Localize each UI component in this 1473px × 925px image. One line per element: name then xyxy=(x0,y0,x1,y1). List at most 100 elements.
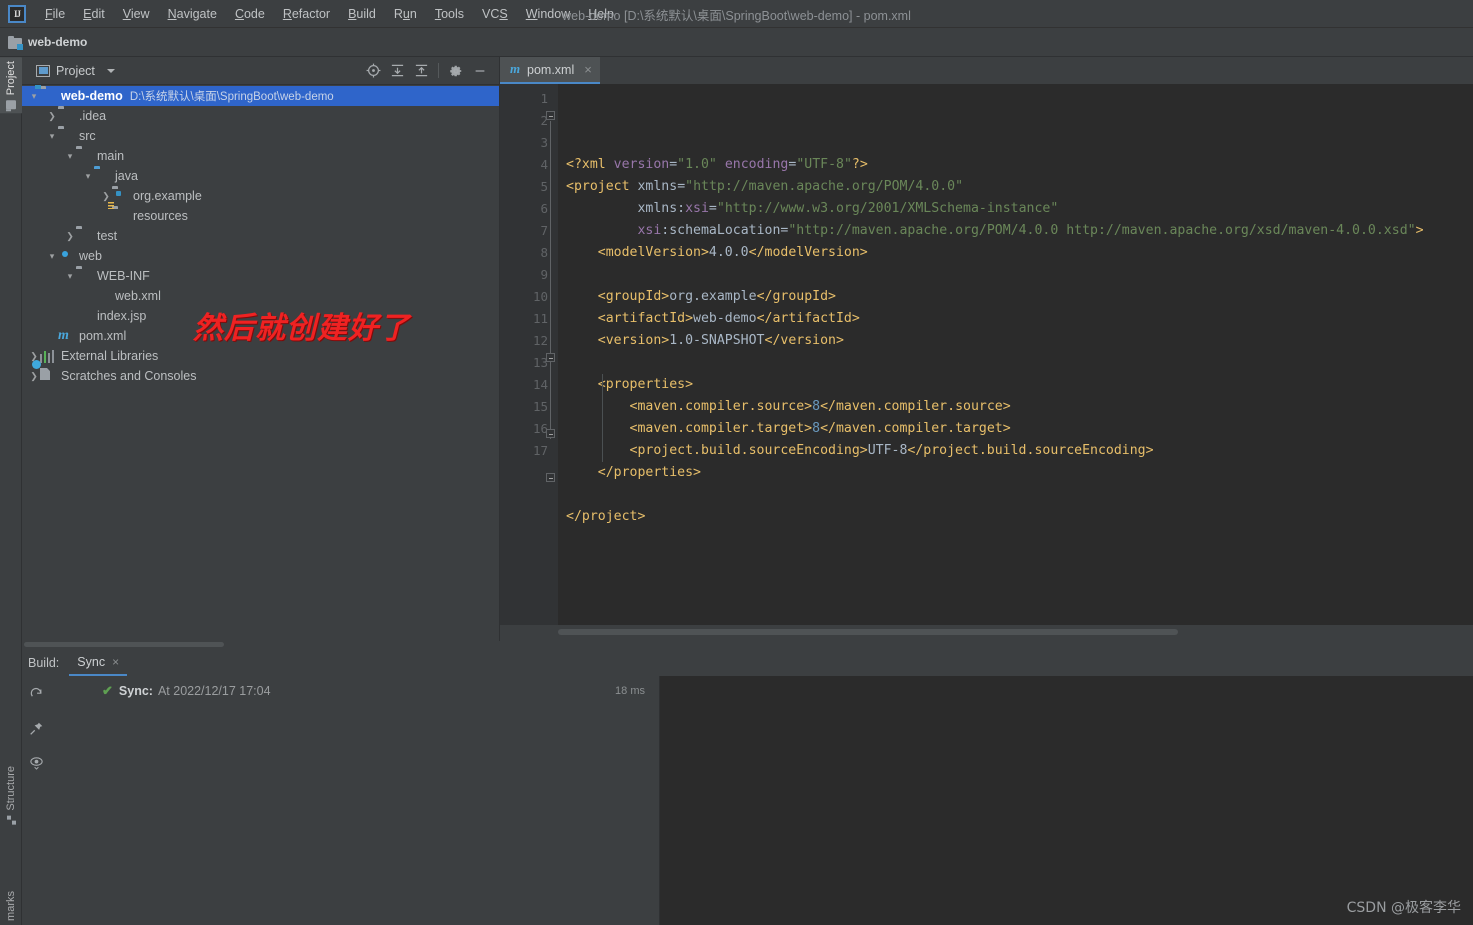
fold-column[interactable] xyxy=(544,88,558,648)
code-token: xmlns xyxy=(637,179,678,194)
tree-node-label: resources xyxy=(133,209,188,223)
hide-tool-window-icon[interactable] xyxy=(469,60,491,82)
tree-node-java[interactable]: ▾ java xyxy=(22,166,499,186)
pin-icon[interactable] xyxy=(26,718,46,738)
fold-marker-project[interactable] xyxy=(546,111,555,120)
tool-tab-bookmarks[interactable]: marks xyxy=(0,887,22,925)
menu-run[interactable]: Run xyxy=(385,3,426,25)
chevron-right-icon[interactable] xyxy=(100,206,112,226)
editor-hscrollbar[interactable] xyxy=(500,625,1473,648)
code-content[interactable]: <?xml version="1.0" encoding="UTF-8"?> <p… xyxy=(558,84,1473,648)
code-line-8: <artifactId>web-demo</artifactId> xyxy=(566,308,1473,330)
package-icon xyxy=(112,188,128,204)
chevron-down-icon[interactable]: ▾ xyxy=(46,126,58,146)
editor-hscrollbar-thumb[interactable] xyxy=(558,629,1178,635)
tree-node-web[interactable]: ▾ web xyxy=(22,246,499,266)
chevron-right-icon[interactable]: ❯ xyxy=(28,366,40,386)
tree-node-org-example[interactable]: ❯ org.example xyxy=(22,186,499,206)
close-icon[interactable]: × xyxy=(584,62,592,77)
code-line-4: xsi:schemaLocation="http://maven.apache.… xyxy=(566,220,1473,242)
chevron-right-icon[interactable] xyxy=(64,306,76,326)
toolbar-separator xyxy=(438,63,439,78)
tool-tab-structure[interactable]: Structure xyxy=(0,762,22,829)
code-token: <?xml xyxy=(566,157,614,172)
menu-navigate[interactable]: Navigate xyxy=(159,3,226,25)
chevron-right-icon[interactable] xyxy=(46,326,58,346)
menu-file[interactable]: File xyxy=(36,3,74,25)
tool-tab-project[interactable]: Project xyxy=(0,57,22,114)
eye-filter-icon[interactable] xyxy=(26,752,46,772)
code-token: 1.0-SNAPSHOT xyxy=(669,333,765,348)
chevron-down-icon[interactable]: ▾ xyxy=(46,246,58,266)
chevron-down-icon[interactable]: ▾ xyxy=(64,266,76,286)
project-tree[interactable]: ▾ web-demo D:\系统默认\桌面\SpringBoot\web-demo ❯… xyxy=(22,85,499,648)
build-side-toolbar xyxy=(22,676,50,925)
chevron-right-icon[interactable]: ❯ xyxy=(64,226,76,246)
tree-node-src[interactable]: ▾ src xyxy=(22,126,499,146)
success-check-icon: ✔ xyxy=(102,683,113,698)
code-token: xsi xyxy=(637,223,662,238)
fold-marker-properties[interactable] xyxy=(546,353,555,362)
code-line-5: <modelVersion>4.0.0</modelVersion> xyxy=(566,242,1473,264)
chevron-down-icon[interactable]: ▾ xyxy=(82,166,94,186)
csdn-watermark: CSDN @极客李华 xyxy=(1346,900,1461,916)
rerun-icon[interactable] xyxy=(26,684,46,704)
chevron-down-icon[interactable]: ▾ xyxy=(64,146,76,166)
build-detail-console[interactable]: CSDN @极客李华 xyxy=(660,676,1473,925)
build-event-row[interactable]: ✔ Sync: At 2022/12/17 17:04 18 ms xyxy=(50,681,659,701)
chevron-down-icon[interactable]: ▾ xyxy=(28,86,40,106)
menu-view[interactable]: View xyxy=(114,3,159,25)
editor-gutter[interactable]: 1 2 3 4 5 6 7 8 9 10 11 12 13 14 15 16 17 xyxy=(500,84,558,648)
menu-refactor[interactable]: Refactor xyxy=(274,3,339,25)
tree-node-web-demo[interactable]: ▾ web-demo D:\系统默认\桌面\SpringBoot\web-demo xyxy=(22,86,499,106)
project-tool-window: Project ▾ web-demo D:\系统默认\桌面\SpringBoot… xyxy=(22,57,500,648)
close-icon[interactable]: × xyxy=(112,655,119,669)
code-token: "1.0" xyxy=(677,157,717,172)
project-hscrollbar-thumb[interactable] xyxy=(24,642,224,647)
code-token: </properties> xyxy=(566,465,701,480)
tree-node-resources[interactable]: resources xyxy=(22,206,499,226)
fold-marker-properties-end[interactable] xyxy=(546,429,555,438)
idea-window: IJ File Edit View Navigate Code Refactor… xyxy=(0,0,1473,925)
tree-node-web-inf[interactable]: ▾ WEB-INF xyxy=(22,266,499,286)
menu-code[interactable]: Code xyxy=(226,3,274,25)
chevron-right-icon[interactable]: ❯ xyxy=(46,106,58,126)
libraries-icon xyxy=(40,348,56,364)
build-events-tree[interactable]: ✔ Sync: At 2022/12/17 17:04 18 ms xyxy=(50,676,660,925)
tree-node-label: pom.xml xyxy=(79,329,127,343)
menu-window[interactable]: Window xyxy=(517,3,579,25)
menu-help[interactable]: Help xyxy=(579,3,623,25)
code-token: <properties> xyxy=(566,377,694,392)
menu-tools[interactable]: Tools xyxy=(426,3,473,25)
code-token: 8 xyxy=(812,421,821,436)
tree-node-main[interactable]: ▾ main xyxy=(22,146,499,166)
code-editor[interactable]: 1 2 3 4 5 6 7 8 9 10 11 12 13 14 15 16 17 <?xml version=… xyxy=(500,84,1473,648)
expand-all-icon[interactable] xyxy=(386,60,408,82)
folder-icon xyxy=(76,148,92,164)
code-token: "http://www.w3.org/2001/XMLSchema-instan… xyxy=(716,201,1059,216)
code-token: "http://maven.apache.org/POM/4.0.0" xyxy=(685,179,964,194)
build-tab-sync[interactable]: Sync × xyxy=(69,655,128,676)
select-opened-file-icon[interactable] xyxy=(362,60,384,82)
tree-node-scratches-and-consoles[interactable]: ❯ Scratches and Consoles xyxy=(22,366,499,386)
chevron-down-icon[interactable] xyxy=(106,68,115,73)
collapse-all-icon[interactable] xyxy=(410,60,432,82)
breadcrumb-project[interactable]: web-demo xyxy=(28,35,87,49)
editor-tab-pom-xml[interactable]: m pom.xml × xyxy=(500,57,600,84)
maven-file-icon: m xyxy=(58,328,69,343)
tree-node--idea[interactable]: ❯ .idea xyxy=(22,106,499,126)
tree-node-external-libraries[interactable]: ❯ External Libraries xyxy=(22,346,499,366)
code-token: <version> xyxy=(566,333,670,348)
menu-edit[interactable]: Edit xyxy=(74,3,114,25)
fold-marker-project-end[interactable] xyxy=(546,473,555,482)
project-hscrollbar[interactable] xyxy=(22,641,500,648)
settings-gear-icon[interactable] xyxy=(445,60,467,82)
chevron-right-icon[interactable] xyxy=(82,286,94,306)
tree-node-test[interactable]: ❯ test xyxy=(22,226,499,246)
build-panel-body: ✔ Sync: At 2022/12/17 17:04 18 ms CSDN @极客李… xyxy=(22,676,1473,925)
menu-build[interactable]: Build xyxy=(339,3,385,25)
code-token: = xyxy=(669,157,678,172)
menu-vcs[interactable]: VCS xyxy=(473,3,517,25)
